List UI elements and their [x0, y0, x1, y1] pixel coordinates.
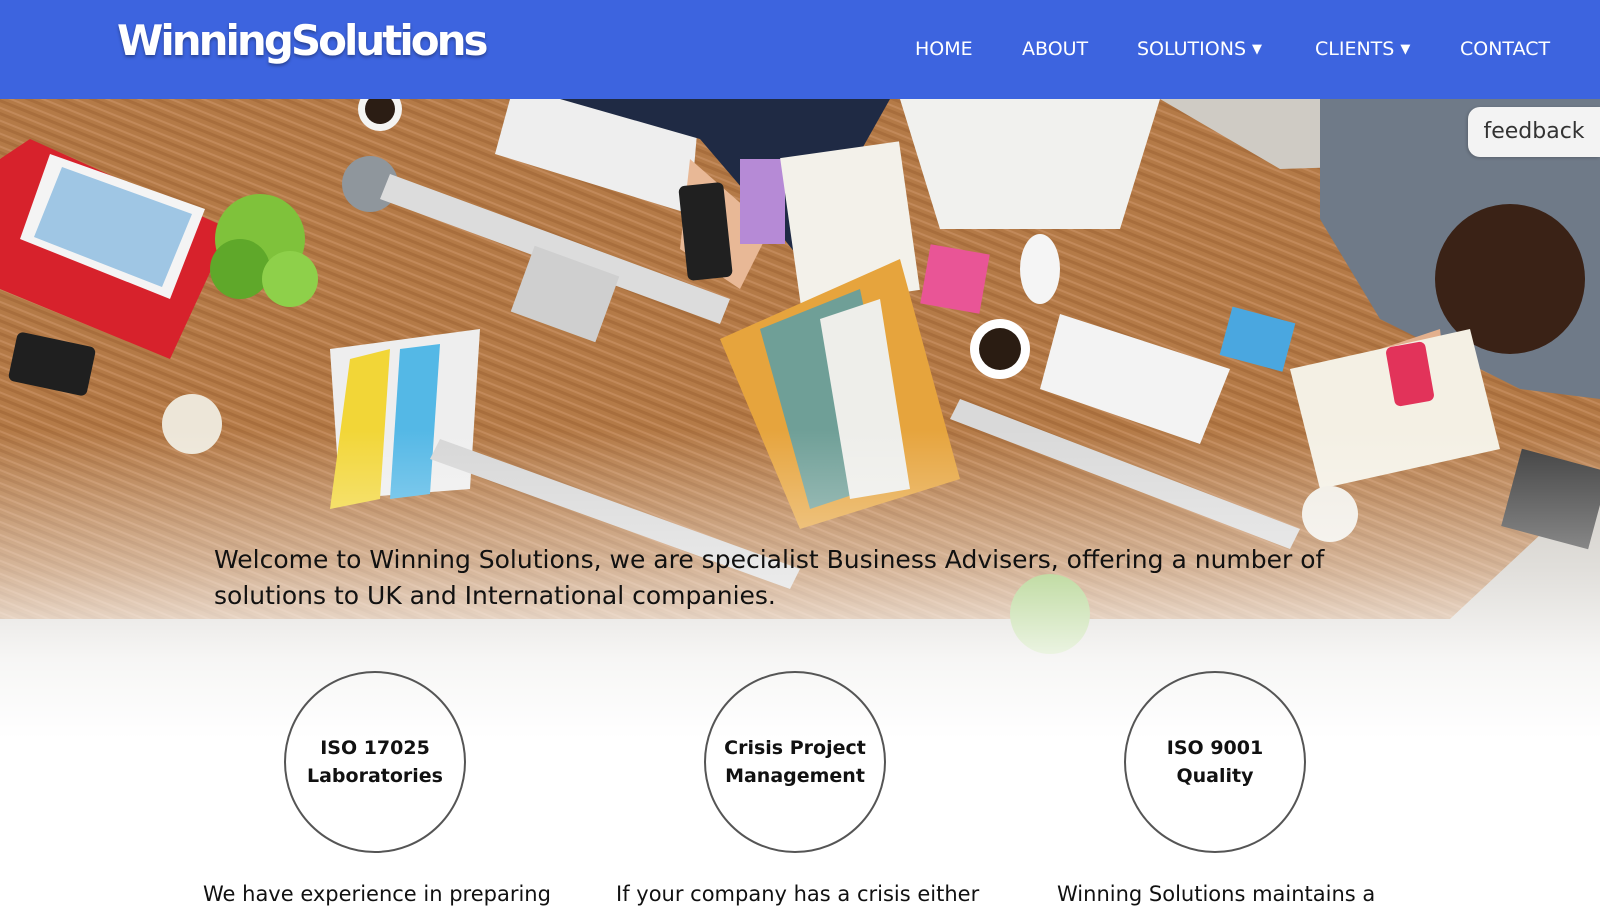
nav-contact[interactable]: CONTACT	[1460, 38, 1550, 60]
service-iso17025-circle[interactable]: ISO 17025 Laboratories	[284, 671, 466, 853]
feedback-button[interactable]: feedback	[1468, 107, 1600, 157]
nav-solutions-label: SOLUTIONS	[1137, 38, 1246, 60]
intro-text: Welcome to Winning Solutions, we are spe…	[214, 545, 1325, 610]
service-crisis-title: Crisis Project Management	[724, 737, 866, 787]
service-iso9001-title: ISO 9001 Quality	[1166, 737, 1264, 787]
chevron-down-icon: ▼	[1252, 42, 1262, 57]
nav-solutions[interactable]: SOLUTIONS ▼	[1137, 38, 1262, 60]
nav-clients-label: CLIENTS	[1315, 38, 1395, 60]
site-header: WinningSolutions HOME ABOUT SOLUTIONS ▼ C…	[0, 0, 1600, 99]
service-crisis-teaser: If your company has a crisis either	[616, 882, 980, 906]
nav-contact-label: CONTACT	[1460, 38, 1551, 60]
nav-about-label: ABOUT	[1022, 38, 1089, 60]
service-iso17025-teaser: We have experience in preparing	[203, 882, 551, 906]
chevron-down-icon: ▼	[1400, 42, 1411, 57]
nav-about[interactable]: ABOUT	[1022, 38, 1088, 60]
hero-fade-overlay	[0, 99, 1600, 749]
service-iso9001-teaser: Winning Solutions maintains a	[1057, 882, 1376, 906]
hero-banner	[0, 99, 1600, 749]
main-nav: HOME ABOUT SOLUTIONS ▼ CLIENTS ▼ CONTACT	[0, 38, 1600, 66]
service-iso17025-title: ISO 17025 Laboratories	[307, 737, 443, 787]
nav-home-label: HOME	[915, 38, 973, 60]
nav-home[interactable]: HOME	[915, 38, 973, 60]
nav-clients[interactable]: CLIENTS ▼	[1315, 38, 1410, 60]
service-crisis-circle[interactable]: Crisis Project Management	[704, 671, 886, 853]
service-iso9001-circle[interactable]: ISO 9001 Quality	[1124, 671, 1306, 853]
